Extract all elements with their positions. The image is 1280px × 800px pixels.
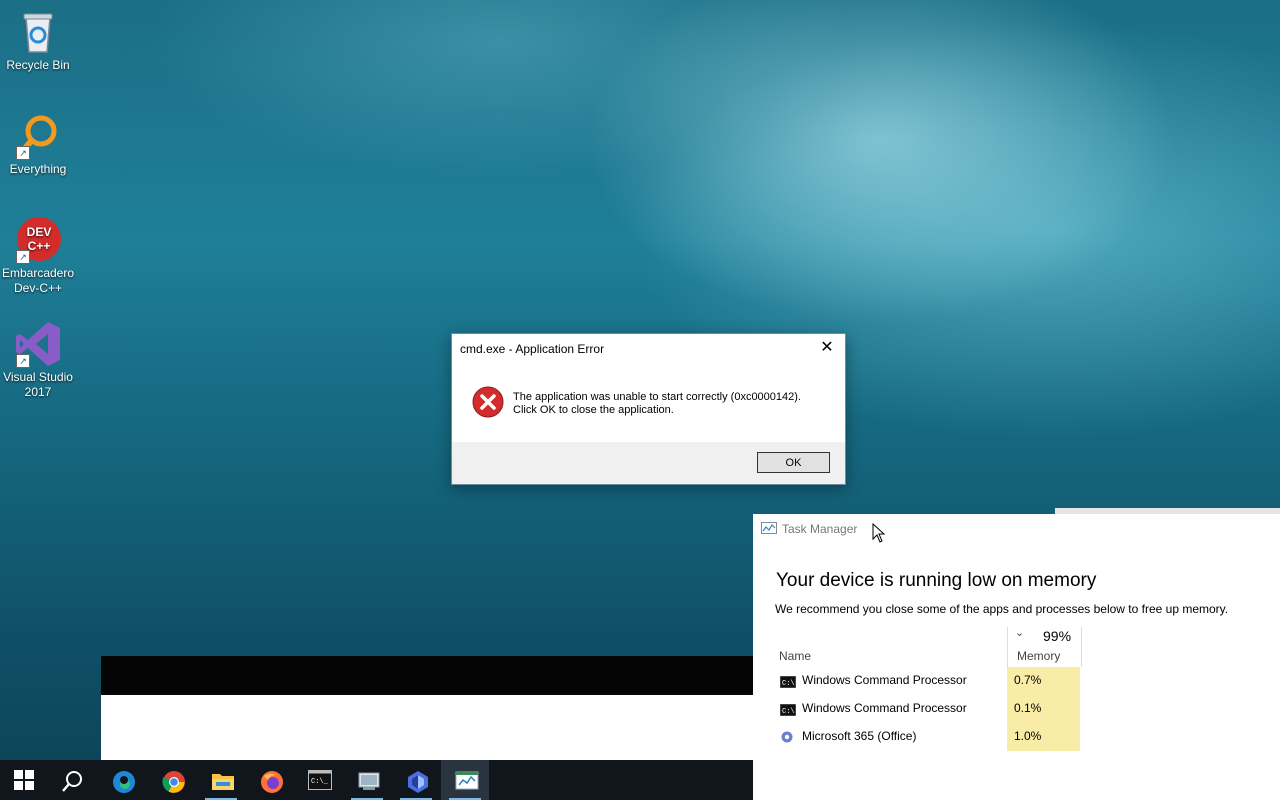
taskbar-task-manager[interactable] bbox=[441, 760, 489, 800]
process-memory: 0.1% bbox=[1007, 695, 1080, 723]
desktop-icon-label: Visual Studio 2017 bbox=[3, 370, 73, 399]
shortcut-arrow-icon: ↗ bbox=[16, 250, 30, 264]
windows-logo-icon bbox=[14, 770, 34, 790]
shortcut-arrow-icon: ↗ bbox=[16, 354, 30, 368]
ok-button[interactable]: OK bbox=[757, 452, 830, 473]
taskbar-firefox[interactable] bbox=[246, 760, 294, 800]
taskbar-terminal[interactable]: C:\_ bbox=[294, 760, 342, 800]
cmd-icon: C:\ bbox=[779, 703, 797, 717]
start-button[interactable] bbox=[0, 760, 48, 800]
chrome-icon bbox=[162, 771, 185, 793]
name-column-header[interactable]: Name bbox=[779, 649, 811, 663]
background-window-dark-strip bbox=[101, 656, 753, 695]
svg-text:C:\: C:\ bbox=[782, 680, 795, 688]
taskbar-edge[interactable] bbox=[98, 760, 146, 800]
background-window-panel bbox=[101, 695, 753, 760]
process-name: Windows Command Processor bbox=[802, 701, 967, 715]
desktop-icon-visual-studio[interactable]: ↗ Visual Studio 2017 bbox=[0, 320, 76, 400]
cmd-icon: C:\ bbox=[779, 675, 797, 689]
low-memory-subtitle: We recommend you close some of the apps … bbox=[775, 602, 1229, 616]
error-icon bbox=[472, 386, 504, 418]
taskbar-control-panel[interactable] bbox=[343, 760, 391, 800]
svg-text:DEV: DEV bbox=[27, 225, 52, 239]
shortcut-arrow-icon: ↗ bbox=[16, 146, 30, 160]
task-manager-icon bbox=[455, 771, 479, 790]
svg-text:C++: C++ bbox=[28, 239, 51, 253]
devcpp-icon: DEV C++ ↗ bbox=[14, 216, 62, 264]
visual-studio-icon: ↗ bbox=[14, 320, 62, 368]
copilot-icon bbox=[408, 771, 428, 793]
office-icon bbox=[780, 730, 796, 743]
dialog-close-button[interactable]: ✕ bbox=[815, 337, 839, 359]
search-icon bbox=[62, 771, 82, 792]
low-memory-heading: Your device is running low on memory bbox=[776, 570, 1097, 591]
process-name: Microsoft 365 (Office) bbox=[802, 729, 917, 743]
dialog-message-line1: The application was unable to start corr… bbox=[513, 391, 801, 403]
dialog-title: cmd.exe - Application Error bbox=[460, 342, 605, 356]
terminal-icon: C:\_ bbox=[308, 770, 332, 790]
taskbar: C:\_ bbox=[0, 760, 753, 800]
desktop-icon-label: Embarcadero Dev-C++ bbox=[1, 266, 75, 295]
process-memory: 1.0% bbox=[1007, 723, 1080, 751]
recycle-bin-icon bbox=[14, 8, 62, 56]
process-name: Windows Command Processor bbox=[802, 673, 967, 687]
firefox-icon bbox=[261, 771, 283, 793]
chevron-down-icon[interactable]: ⌄ bbox=[1015, 626, 1024, 639]
process-row[interactable]: Microsoft 365 (Office) 1.0% bbox=[753, 723, 1280, 751]
process-memory: 0.7% bbox=[1007, 667, 1080, 695]
memory-total-percent: 99% bbox=[1043, 628, 1072, 644]
process-row[interactable]: C:\ Windows Command Processor 0.7% bbox=[753, 667, 1280, 695]
search-button[interactable] bbox=[48, 760, 96, 800]
application-error-dialog: cmd.exe - Application Error ✕ The applic… bbox=[451, 333, 846, 485]
task-manager-icon bbox=[761, 522, 777, 536]
dialog-message-line2: Click OK to close the application. bbox=[513, 404, 674, 416]
svg-text:C:\_: C:\_ bbox=[311, 778, 329, 786]
desktop-icon-label: Everything bbox=[9, 162, 67, 176]
everything-icon: ↗ bbox=[14, 112, 62, 160]
taskbar-file-explorer[interactable] bbox=[197, 760, 245, 800]
desktop-icon-label: Recycle Bin bbox=[6, 58, 70, 72]
task-manager-window: Task Manager Your device is running low … bbox=[753, 514, 1280, 800]
taskbar-copilot[interactable] bbox=[392, 760, 440, 800]
desktop-icon-recycle-bin[interactable]: Recycle Bin bbox=[0, 8, 76, 73]
control-panel-icon bbox=[358, 772, 380, 790]
mouse-cursor-icon bbox=[872, 522, 886, 543]
task-manager-title: Task Manager bbox=[782, 522, 858, 536]
taskbar-chrome[interactable] bbox=[148, 760, 196, 800]
desktop-icon-devcpp[interactable]: DEV C++ ↗ Embarcadero Dev-C++ bbox=[0, 216, 76, 296]
dialog-message: The application was unable to start corr… bbox=[513, 391, 801, 417]
process-row[interactable]: C:\ Windows Command Processor 0.1% bbox=[753, 695, 1280, 723]
dialog-footer: OK bbox=[452, 442, 845, 484]
folder-icon bbox=[212, 774, 234, 790]
memory-column-label: Memory bbox=[1017, 649, 1061, 663]
desktop-icon-everything[interactable]: ↗ Everything bbox=[0, 112, 76, 177]
svg-text:C:\: C:\ bbox=[782, 708, 795, 716]
edge-icon bbox=[113, 771, 135, 793]
